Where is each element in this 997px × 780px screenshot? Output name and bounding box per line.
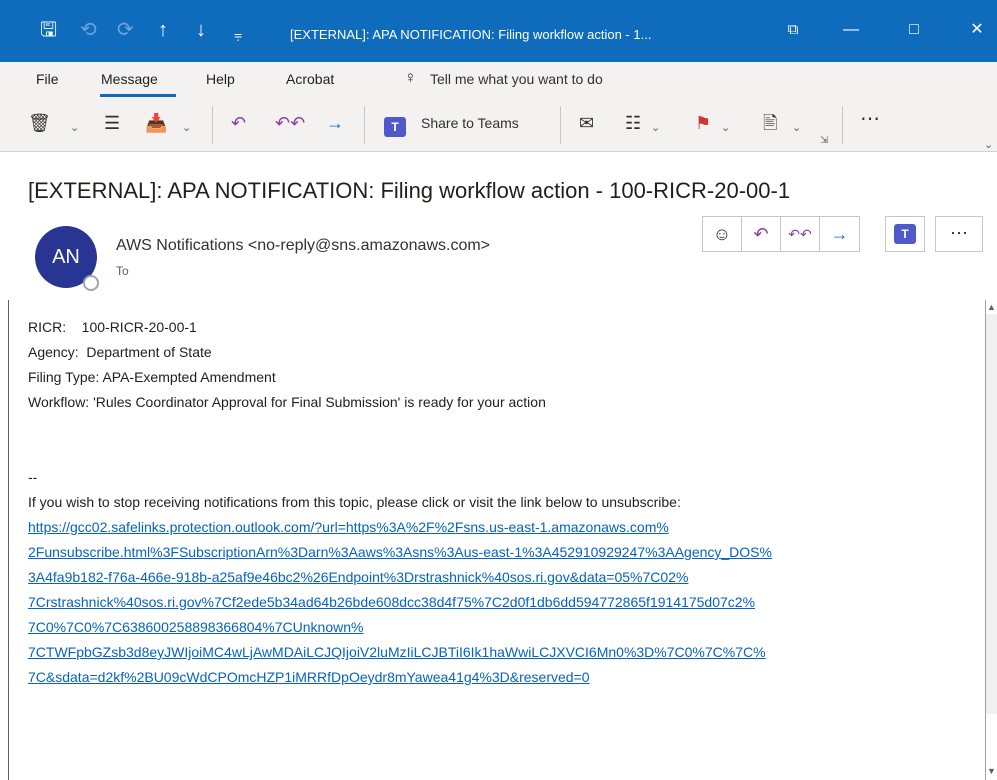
scroll-down-icon[interactable]: ▼ (987, 766, 996, 776)
unsubscribe-link[interactable]: 7C0%7C0%7C638600258898366804%7CUnknown% (28, 619, 363, 635)
reply-icon[interactable]: ↶ (231, 112, 246, 134)
save-icon[interactable]: 🖫 (40, 20, 57, 40)
message-subject: [EXTERNAL]: APA NOTIFICATION: Filing wor… (28, 178, 791, 203)
share-to-teams-button[interactable]: Share to Teams (421, 115, 519, 131)
delete-icon[interactable]: 🗑 (28, 112, 51, 134)
message-actions: ☺ ↶ ↶↶ → (702, 216, 860, 252)
chevron-down-icon[interactable]: ⌄ (182, 117, 191, 139)
unsubscribe-link[interactable]: 7C&sdata=d2kf%2BU09cWdCPOmcHZP1iMRRfDpOe… (28, 669, 590, 685)
flag-icon[interactable]: ⚑ (695, 112, 711, 134)
teams-icon[interactable]: T (885, 216, 925, 252)
scroll-thumb[interactable] (986, 314, 997, 714)
more-options-icon[interactable]: ⋯ (935, 216, 983, 252)
active-tab-indicator (100, 94, 176, 97)
undo-icon[interactable]: ⟲ (80, 20, 97, 40)
minimize-icon[interactable]: — (836, 20, 866, 40)
move-icon[interactable]: 📥 (145, 112, 167, 134)
ribbon-toolbar: 🗑 ⌄ ☰ 📥 ⌄ ↶ ↶↶ → T Share to Teams ✉ ☷ ⌄ … (0, 98, 997, 152)
unsubscribe-link[interactable]: 7CTWFpbGZsb3d8eyJWIjoiMC4wLjAwMDAiLCJQIj… (28, 644, 766, 660)
presence-indicator (83, 275, 99, 291)
forward-icon[interactable]: → (820, 217, 859, 251)
reply-icon[interactable]: ↶ (742, 217, 781, 251)
up-arrow-icon[interactable]: ↑ (158, 20, 168, 40)
reply-all-icon[interactable]: ↶↶ (275, 112, 305, 134)
sender-name[interactable]: AWS Notifications <no-reply@sns.amazonaw… (116, 237, 490, 255)
unsubscribe-link[interactable]: https://gcc02.safelinks.protection.outlo… (28, 519, 669, 535)
chevron-down-icon[interactable]: ⌄ (70, 117, 79, 139)
collapse-ribbon-icon[interactable]: ⌄ (984, 134, 993, 156)
dialog-launcher-icon[interactable]: ⇲ (820, 130, 828, 152)
unsubscribe-link[interactable]: 7Crstrashnick%40sos.ri.gov%7Cf2ede5b34ad… (28, 594, 755, 610)
workflow-line: Workflow: 'Rules Coordinator Approval fo… (28, 394, 546, 410)
redo-icon[interactable]: ⟳ (117, 20, 134, 40)
scroll-up-icon[interactable]: ▲ (987, 302, 996, 312)
title-bar: 🖫 ⟲ ⟳ ↑ ↓ ⩦ [EXTERNAL]: APA NOTIFICATION… (0, 0, 997, 62)
filing-type-line: Filing Type: APA-Exempted Amendment (28, 369, 276, 385)
chevron-down-icon[interactable]: ⌄ (651, 117, 660, 139)
mail-icon[interactable]: ✉ (579, 112, 594, 134)
vertical-scrollbar[interactable]: ▲ ▼ (985, 300, 997, 780)
down-arrow-icon[interactable]: ↓ (196, 20, 206, 40)
unsubscribe-link[interactable]: 3A4fa9b182-f76a-466e-918b-a25af9e46bc2%2… (28, 569, 688, 585)
teams-icon[interactable]: T (384, 114, 406, 137)
divider (842, 106, 843, 144)
window-title: [EXTERNAL]: APA NOTIFICATION: Filing wor… (290, 27, 652, 42)
menu-acrobat[interactable]: Acrobat (286, 71, 334, 87)
unsubscribe-link[interactable]: 2Funsubscribe.html%3FSubscriptionArn%3Da… (28, 544, 772, 560)
archive-icon[interactable]: ☰ (104, 112, 120, 134)
forward-icon[interactable]: → (326, 112, 344, 134)
ricr-line: RICR: 100-RICR-20-00-1 (28, 319, 197, 335)
menu-help[interactable]: Help (206, 71, 235, 87)
menu-file[interactable]: File (36, 71, 59, 87)
menu-message[interactable]: Message (101, 71, 158, 87)
chevron-down-icon[interactable]: ⌄ (721, 117, 730, 139)
lightbulb-icon: ♀ (404, 68, 417, 87)
policy-icon[interactable]: 🖹 (763, 112, 777, 134)
tell-me-search[interactable]: Tell me what you want to do (430, 71, 603, 87)
signature-separator: -- (28, 469, 38, 485)
agency-line: Agency: Department of State (28, 344, 212, 360)
more-options-icon[interactable]: ⋯ (860, 108, 880, 130)
menu-bar: File Message Help Acrobat ♀ Tell me what… (0, 62, 997, 98)
divider (364, 106, 365, 144)
close-icon[interactable]: ✕ (962, 20, 992, 40)
restore-tab-icon[interactable]: ⧉ (778, 20, 808, 40)
divider (560, 106, 561, 144)
to-label: To (116, 264, 129, 278)
emoji-react-icon[interactable]: ☺ (703, 217, 742, 251)
reply-all-icon[interactable]: ↶↶ (781, 217, 820, 251)
customize-icon[interactable]: ⩦ (234, 24, 242, 44)
unsubscribe-text: If you wish to stop receiving notificati… (28, 494, 681, 510)
apps-grid-icon[interactable]: ☷ (625, 112, 641, 134)
divider (212, 106, 213, 144)
chevron-down-icon[interactable]: ⌄ (792, 117, 801, 139)
maximize-icon[interactable]: □ (899, 20, 929, 40)
